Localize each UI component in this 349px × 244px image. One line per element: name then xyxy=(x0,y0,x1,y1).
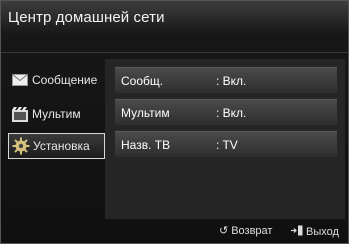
sidebar-item-label: Сообщение xyxy=(32,73,98,87)
exit-button[interactable]: Выход xyxy=(291,225,339,239)
return-label: Возврат xyxy=(231,225,273,237)
setting-value: : TV xyxy=(216,137,238,152)
setting-value: : Вкл. xyxy=(216,73,247,88)
setting-row-message[interactable]: Сообщ. : Вкл. xyxy=(115,67,337,93)
gear-icon xyxy=(9,137,33,155)
page-title: Центр домашней сети xyxy=(8,9,165,26)
setting-label: Сообщ. xyxy=(121,73,164,88)
setting-row-multimedia[interactable]: Мультим : Вкл. xyxy=(115,99,337,125)
sidebar-item-label: Установка xyxy=(33,139,90,153)
exit-icon xyxy=(291,225,303,239)
setting-label: Назв. ТВ xyxy=(121,137,171,152)
sidebar-item-multimedia[interactable]: Мультим xyxy=(8,101,105,127)
return-button[interactable]: ↺ Возврат xyxy=(219,225,272,237)
footer: ↺ Возврат Выход xyxy=(1,219,348,243)
home-network-center-panel: Центр домашней сети Сообщение Мультим Ус… xyxy=(0,0,349,244)
exit-label: Выход xyxy=(306,226,339,238)
setting-label: Мультим xyxy=(121,105,170,120)
setting-row-tv-name[interactable]: Назв. ТВ : TV xyxy=(115,131,337,157)
envelope-icon xyxy=(8,71,32,89)
setting-value: : Вкл. xyxy=(216,105,247,120)
title-divider xyxy=(1,52,348,53)
settings-list: Сообщ. : Вкл. Мультим : Вкл. Назв. ТВ : … xyxy=(105,59,345,219)
return-icon: ↺ xyxy=(219,224,229,237)
film-icon xyxy=(8,105,32,123)
sidebar: Сообщение Мультим Установка xyxy=(1,59,105,219)
sidebar-item-label: Мультим xyxy=(32,107,81,121)
sidebar-item-message[interactable]: Сообщение xyxy=(8,67,105,93)
sidebar-item-setup[interactable]: Установка xyxy=(8,133,105,159)
